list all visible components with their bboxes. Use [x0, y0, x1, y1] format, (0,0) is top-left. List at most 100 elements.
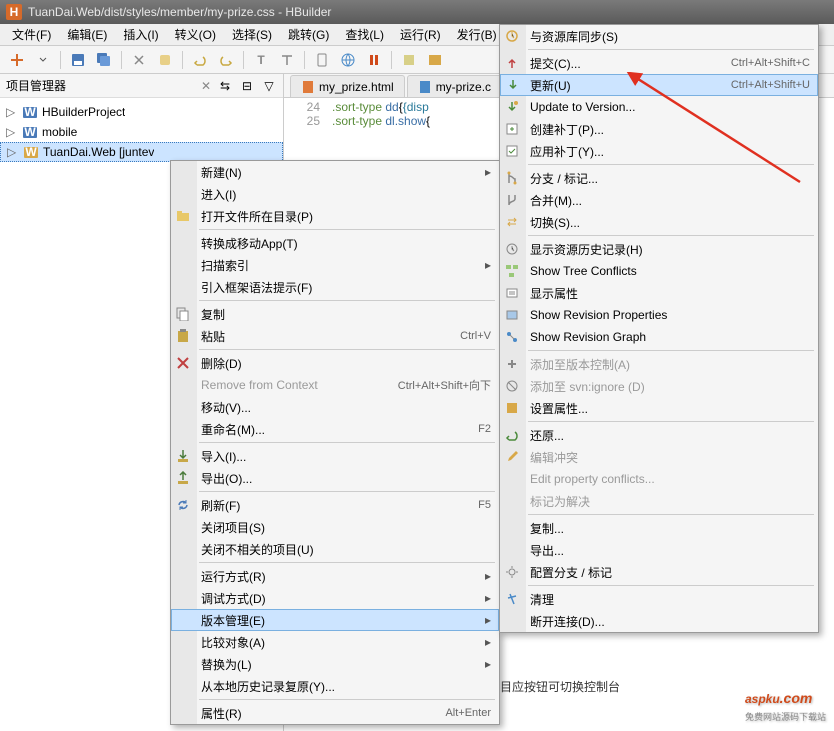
menu-item[interactable]: 选择(S) — [224, 24, 280, 45]
menu-item[interactable]: 提交(C)...Ctrl+Alt+Shift+C — [500, 52, 818, 74]
context-menu-left: 新建(N)▸ 进入(I) 打开文件所在目录(P) 转换成移动App(T)扫描索引▸引入… — [170, 160, 500, 725]
project-icon: W — [23, 144, 39, 160]
editor-tab[interactable]: my-prize.c — [407, 75, 502, 97]
menu-item[interactable]: 复制 — [171, 303, 499, 325]
menu-item[interactable]: 导出(O)... — [171, 467, 499, 489]
menu-item[interactable]: 复制... — [500, 517, 818, 539]
menu-shortcut: Alt+Enter — [445, 707, 491, 719]
menu-item[interactable]: 转义(O) — [167, 24, 224, 45]
menu-item[interactable]: 比较对象(A)▸ — [171, 631, 499, 653]
menu-item[interactable]: 属性(R)Alt+Enter — [171, 702, 499, 724]
sidebar-close-x[interactable]: ✕ — [201, 79, 211, 93]
menu-item[interactable]: 显示属性 — [500, 282, 818, 304]
branch-icon — [504, 170, 520, 186]
menu-item[interactable]: 移动(V)... — [171, 396, 499, 418]
redo-button[interactable] — [215, 49, 237, 71]
menu-icon[interactable]: ▽ — [261, 78, 277, 94]
menu-item[interactable]: 跳转(G) — [280, 24, 337, 45]
menu-item[interactable]: 打开文件所在目录(P) — [171, 205, 499, 227]
tree-toggle[interactable]: ▷ — [6, 125, 18, 139]
globe-button[interactable] — [337, 49, 359, 71]
menu-label: 设置属性... — [530, 400, 810, 417]
menu-label: 更新(U) — [530, 77, 731, 94]
phone-button[interactable] — [311, 49, 333, 71]
menu-item[interactable]: 配置分支 / 标记 — [500, 561, 818, 583]
menu-item[interactable]: 设置属性... — [500, 397, 818, 419]
menu-item[interactable]: 版本管理(E)▸ — [171, 609, 499, 631]
menu-item[interactable]: 文件(F) — [4, 24, 59, 45]
project-tree: ▷ W HBuilderProject▷ W mobile▷ W TuanDai… — [0, 98, 283, 166]
tools-button[interactable] — [398, 49, 420, 71]
tree-toggle[interactable]: ▷ — [7, 145, 19, 159]
menu-item[interactable]: 替换为(L)▸ — [171, 653, 499, 675]
menu-label: 合并(M)... — [530, 192, 810, 209]
link-icon[interactable]: ⇆ — [217, 78, 233, 94]
menu-item[interactable]: 运行方式(R)▸ — [171, 565, 499, 587]
menu-item[interactable]: 调试方式(D)▸ — [171, 587, 499, 609]
menu-label: 进入(I) — [201, 186, 491, 203]
save-all-button[interactable] — [93, 49, 115, 71]
menu-item[interactable]: 关闭项目(S) — [171, 516, 499, 538]
pause-button[interactable] — [363, 49, 385, 71]
editor-tab[interactable]: my_prize.html — [290, 75, 405, 97]
menu-item[interactable]: 还原... — [500, 424, 818, 446]
menu-item[interactable]: 删除(D) — [171, 352, 499, 374]
menu-item[interactable]: 切换(S)... — [500, 211, 818, 233]
menu-item[interactable]: 合并(M)... — [500, 189, 818, 211]
menu-item[interactable]: 导入(I)... — [171, 445, 499, 467]
tree-item[interactable]: ▷ W TuanDai.Web [juntev — [0, 142, 283, 162]
menu-item[interactable]: Show Revision Properties — [500, 304, 818, 326]
menu-item[interactable]: Show Tree Conflicts — [500, 260, 818, 282]
menu-item[interactable]: 粘贴Ctrl+V — [171, 325, 499, 347]
collapse-icon[interactable]: ⊟ — [239, 78, 255, 94]
menu-item[interactable]: 应用补丁(Y)... — [500, 140, 818, 162]
tree-toggle[interactable]: ▷ — [6, 105, 18, 119]
tree-item[interactable]: ▷ W mobile — [0, 122, 283, 142]
menu-label: 添加至 svn:ignore (D) — [530, 378, 810, 395]
new-button[interactable] — [6, 49, 28, 71]
menu-item[interactable]: 编辑(E) — [59, 24, 115, 45]
menu-item[interactable]: 刷新(F)F5 — [171, 494, 499, 516]
menu-label: 分支 / 标记... — [530, 170, 810, 187]
menu-item[interactable]: 断开连接(D)... — [500, 610, 818, 632]
menu-item[interactable]: 进入(I) — [171, 183, 499, 205]
menu-item[interactable]: 与资源库同步(S) — [500, 25, 818, 47]
history-icon — [504, 241, 520, 257]
menu-item[interactable]: 查找(L) — [337, 24, 392, 45]
save-button[interactable] — [67, 49, 89, 71]
menu-item[interactable]: 扫描索引▸ — [171, 254, 499, 276]
t-button[interactable]: T — [250, 49, 272, 71]
menu-item[interactable]: 清理 — [500, 588, 818, 610]
menu-item[interactable]: 从本地历史记录复原(Y)... — [171, 675, 499, 697]
menu-item[interactable]: 新建(N)▸ — [171, 161, 499, 183]
menu-item[interactable]: 创建补丁(P)... — [500, 118, 818, 140]
menu-item[interactable]: 插入(I) — [115, 24, 166, 45]
text-button[interactable] — [276, 49, 298, 71]
cmd-button[interactable] — [424, 49, 446, 71]
scroll-button[interactable] — [154, 49, 176, 71]
menu-item[interactable]: 引入框架语法提示(F) — [171, 276, 499, 298]
menu-item[interactable]: 发行(B) — [449, 24, 505, 45]
menu-item[interactable]: Update to Version... — [500, 96, 818, 118]
tree-item[interactable]: ▷ W HBuilderProject — [0, 102, 283, 122]
menu-label: 切换(S)... — [530, 214, 810, 231]
tree-icon — [504, 263, 520, 279]
menu-item[interactable]: 显示资源历史记录(H) — [500, 238, 818, 260]
sidebar-title: 项目管理器 — [6, 77, 195, 94]
menu-item[interactable]: 运行(R) — [392, 24, 449, 45]
menu-label: 刷新(F) — [201, 497, 478, 514]
menu-item[interactable]: 分支 / 标记... — [500, 167, 818, 189]
menu-item[interactable]: 更新(U)Ctrl+Alt+Shift+U — [500, 74, 818, 96]
file-icon — [418, 80, 432, 94]
menu-item: 标记为解决 — [500, 490, 818, 512]
menu-item[interactable]: 重命名(M)...F2 — [171, 418, 499, 440]
file-icon — [301, 80, 315, 94]
menu-label: Show Tree Conflicts — [530, 264, 810, 278]
undo-button[interactable] — [189, 49, 211, 71]
new-dropdown[interactable] — [32, 49, 54, 71]
menu-item[interactable]: 转换成移动App(T) — [171, 232, 499, 254]
cut-button[interactable] — [128, 49, 150, 71]
menu-item[interactable]: Show Revision Graph — [500, 326, 818, 348]
menu-item[interactable]: 关闭不相关的项目(U) — [171, 538, 499, 560]
menu-item[interactable]: 导出... — [500, 539, 818, 561]
